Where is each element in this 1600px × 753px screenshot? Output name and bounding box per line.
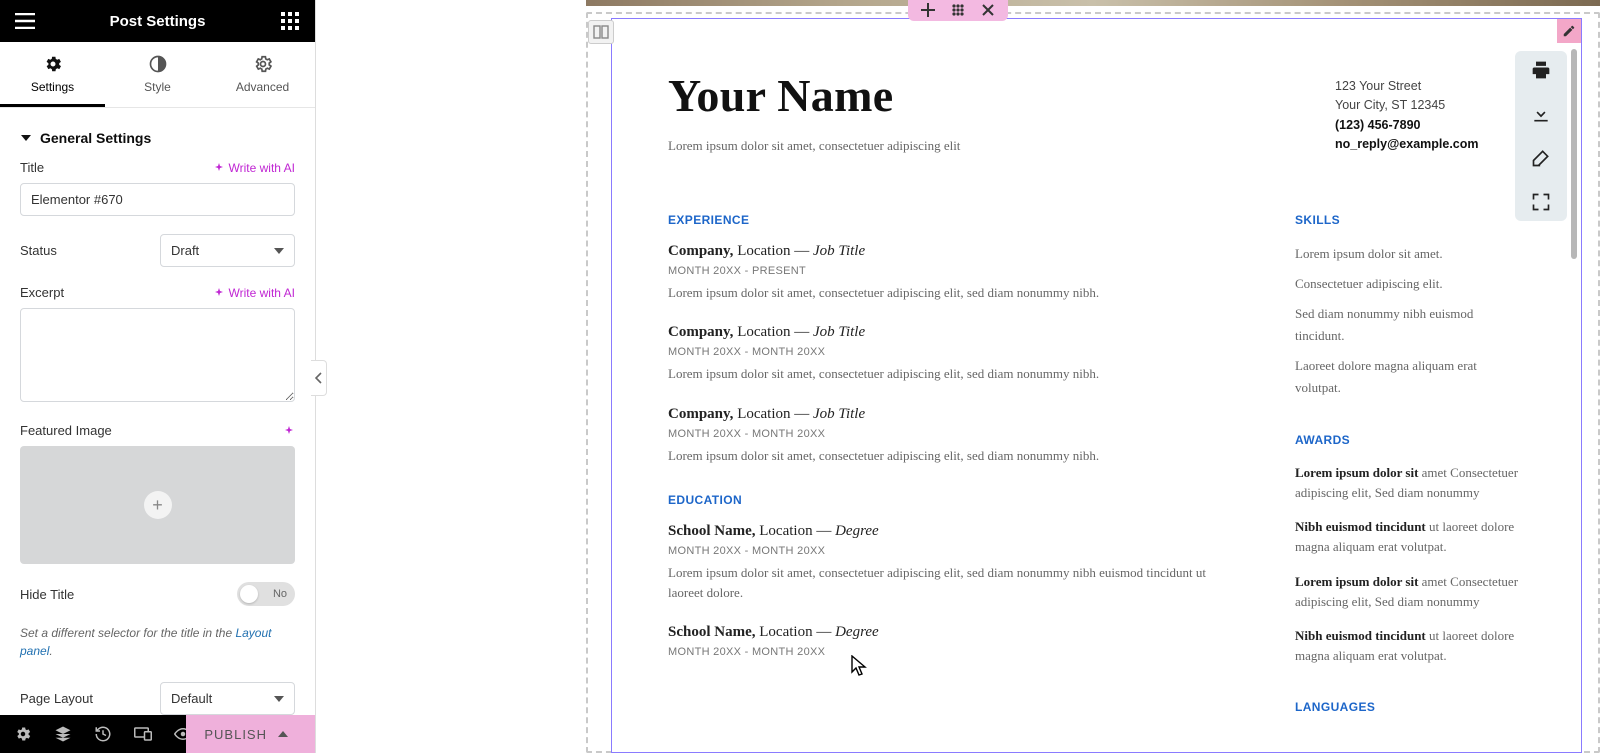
experience-entry: Company, Location — Job Title MONTH 20XX… xyxy=(668,324,1235,384)
excerpt-textarea[interactable] xyxy=(20,308,295,402)
ai-featured-image[interactable] xyxy=(283,425,295,437)
award-entry: Lorem ipsum dolor sit amet Consectetuer … xyxy=(1295,463,1525,503)
ai-text: Write with AI xyxy=(229,286,295,300)
award-entry: Nibh euismod tincidunt ut laoreet dolore… xyxy=(1295,517,1525,557)
write-with-ai-title[interactable]: Write with AI xyxy=(213,161,295,175)
publish-button[interactable]: PUBLISH xyxy=(186,715,315,753)
hide-title-toggle[interactable]: No xyxy=(237,582,295,606)
panel-header: Post Settings xyxy=(0,0,315,42)
skills-list: Lorem ipsum dolor sit amet.Consectetuer … xyxy=(1295,243,1525,400)
apps-grid-icon[interactable] xyxy=(279,10,301,32)
section-general-header[interactable]: General Settings xyxy=(20,122,295,160)
section-skills: SKILLS xyxy=(1295,213,1525,227)
label-hide-title: Hide Title xyxy=(20,587,74,602)
tab-advanced[interactable]: Advanced xyxy=(210,42,315,107)
fullscreen-icon[interactable] xyxy=(1530,191,1552,213)
edit-doc-icon[interactable] xyxy=(1530,147,1552,169)
history-icon[interactable] xyxy=(94,725,112,743)
download-icon[interactable] xyxy=(1530,103,1552,125)
label-title: Title xyxy=(20,160,44,175)
delete-section-icon[interactable] xyxy=(980,2,996,18)
add-section-icon[interactable] xyxy=(920,2,936,18)
sparkle-icon xyxy=(213,287,225,299)
label-page-layout: Page Layout xyxy=(20,691,140,706)
ai-text: Write with AI xyxy=(229,161,295,175)
editor-canvas[interactable]: Your Name Lorem ipsum dolor sit amet, co… xyxy=(316,0,1600,753)
tab-advanced-label: Advanced xyxy=(236,80,289,94)
publish-label: PUBLISH xyxy=(204,727,267,742)
title-input[interactable] xyxy=(20,183,295,216)
hero-image-strip xyxy=(586,0,1600,6)
toggle-value: No xyxy=(273,588,287,600)
caret-down-icon xyxy=(20,132,32,144)
widget-selected[interactable]: Your Name Lorem ipsum dolor sit amet, co… xyxy=(611,18,1582,753)
sparkle-icon xyxy=(213,162,225,174)
column-handle[interactable] xyxy=(588,20,614,44)
label-featured-image: Featured Image xyxy=(20,423,112,438)
section-experience: EXPERIENCE xyxy=(668,213,1235,227)
award-entry: Lorem ipsum dolor sit amet Consectetuer … xyxy=(1295,572,1525,612)
status-select[interactable] xyxy=(160,234,295,267)
sparkle-icon xyxy=(283,425,295,437)
resume-document: Your Name Lorem ipsum dolor sit amet, co… xyxy=(612,19,1581,752)
hide-title-hint: Set a different selector for the title i… xyxy=(20,624,295,660)
panel-body: General Settings Title Write with AI Sta… xyxy=(0,108,315,715)
settings-panel: Post Settings Settings Style Advanced Ge… xyxy=(0,0,316,753)
plus-icon: + xyxy=(144,491,172,519)
section-education: EDUCATION xyxy=(668,493,1235,507)
label-excerpt: Excerpt xyxy=(20,285,64,300)
panel-collapse-handle[interactable] xyxy=(311,360,327,396)
drag-section-icon[interactable] xyxy=(950,2,966,18)
featured-image-upload[interactable]: + xyxy=(20,446,295,564)
panel-bottom-bar: PUBLISH xyxy=(0,715,315,753)
resume-tagline: Lorem ipsum dolor sit amet, consectetuer… xyxy=(668,138,960,154)
tab-settings-label: Settings xyxy=(31,80,74,94)
award-entry: Nibh euismod tincidunt ut laoreet dolore… xyxy=(1295,626,1525,666)
responsive-icon[interactable] xyxy=(134,725,152,743)
chevron-up-icon xyxy=(277,728,289,740)
panel-title: Post Settings xyxy=(110,13,206,30)
tab-style[interactable]: Style xyxy=(105,42,210,107)
experience-entry: Company, Location — Job Title MONTH 20XX… xyxy=(668,243,1235,303)
page-layout-select[interactable] xyxy=(160,682,295,715)
print-icon[interactable] xyxy=(1530,59,1552,81)
doc-floating-toolbar xyxy=(1515,51,1567,221)
education-entry: School Name, Location — Degree MONTH 20X… xyxy=(668,624,1235,658)
section-general-label: General Settings xyxy=(40,130,151,146)
label-status: Status xyxy=(20,243,140,258)
tab-settings[interactable]: Settings xyxy=(0,42,105,107)
section-languages: LANGUAGES xyxy=(1295,700,1525,714)
edit-widget-icon[interactable] xyxy=(1557,19,1581,43)
section-controls xyxy=(908,0,1008,21)
resume-contact: 123 Your Street Your City, ST 12345 (123… xyxy=(1335,77,1525,155)
tab-style-label: Style xyxy=(144,80,171,94)
panel-tabs: Settings Style Advanced xyxy=(0,42,315,108)
write-with-ai-excerpt[interactable]: Write with AI xyxy=(213,286,295,300)
navigator-icon[interactable] xyxy=(54,725,72,743)
experience-entry: Company, Location — Job Title MONTH 20XX… xyxy=(668,406,1235,466)
resume-name: Your Name xyxy=(668,69,960,122)
section-awards: AWARDS xyxy=(1295,433,1525,447)
settings-icon[interactable] xyxy=(14,725,32,743)
menu-icon[interactable] xyxy=(14,10,36,32)
education-entry: School Name, Location — Degree MONTH 20X… xyxy=(668,523,1235,602)
